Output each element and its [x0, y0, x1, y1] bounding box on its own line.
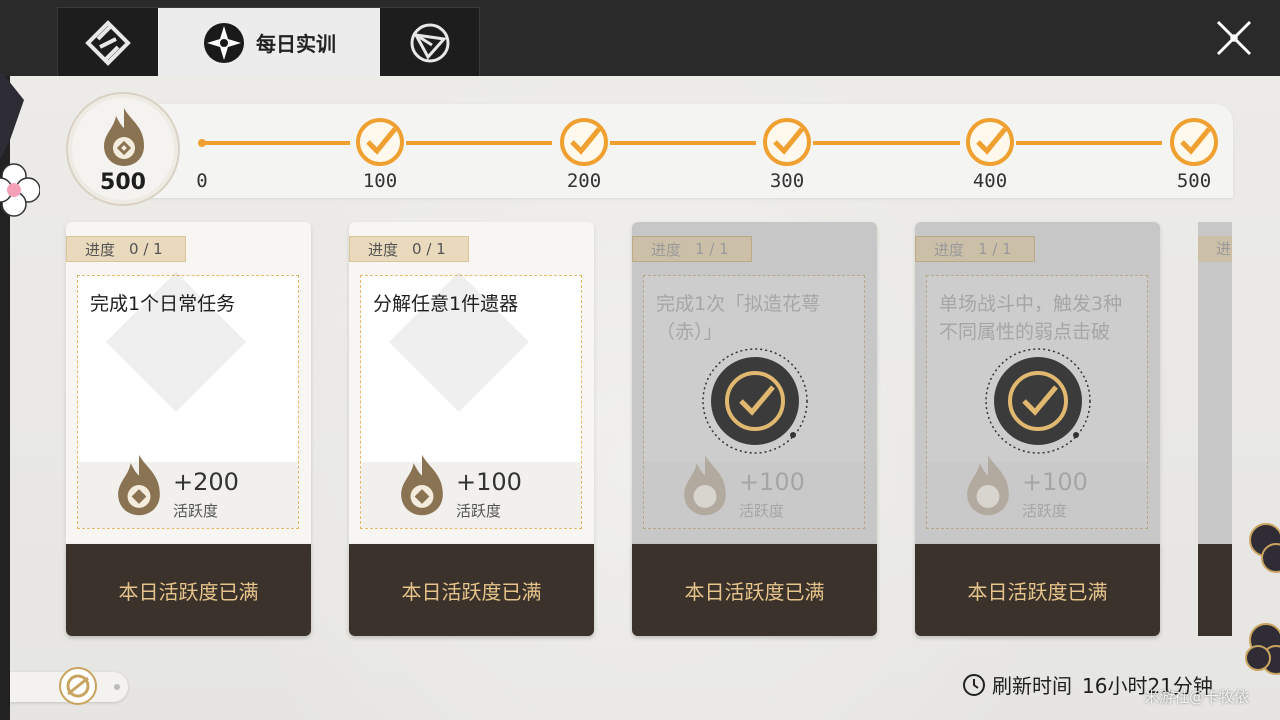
progress-value: 0 / 1 [129, 240, 163, 258]
claim-status-label: 本日活跃度已满 [118, 579, 259, 604]
reward-unit: 活跃度 [1022, 502, 1068, 520]
progress-tag: 进度 0 / 1 [349, 236, 469, 262]
milestone-100[interactable] [355, 117, 405, 167]
points-badge: 500 [66, 92, 180, 206]
claim-status-button[interactable]: 本日活跃度已满 [632, 544, 877, 636]
reward-unit: 活跃度 [739, 502, 785, 520]
check-circle-icon [560, 118, 608, 166]
task-card-body [1198, 222, 1232, 544]
milestone-300[interactable] [762, 117, 812, 167]
activity-flame-icon [401, 454, 443, 516]
completed-check-icon [985, 348, 1091, 454]
progress-tag: 进 [1198, 236, 1232, 262]
activity-flame-icon [118, 454, 160, 516]
milestone-label: 200 [566, 170, 602, 192]
task-card-body: 进度 0 / 1 完成1个日常任务 +200 活跃度 [66, 222, 311, 544]
watermark-text: 米游社@卡牧依 [1144, 688, 1250, 706]
task-title: 单场战斗中，触发3种不同属性的弱点击破 [939, 293, 1123, 343]
diamond-emblem-icon [85, 19, 131, 66]
progress-value: 1 / 1 [978, 240, 1012, 258]
progress-label: 进度 [934, 240, 965, 259]
progress-label: 进度 [85, 240, 116, 259]
milestone-label: 0 [196, 170, 208, 192]
triangle-circle-icon [410, 23, 450, 62]
milestone-label: 500 [1176, 170, 1212, 192]
reward-amount: +100 [456, 468, 522, 496]
activity-flame-icon [967, 454, 1009, 516]
activity-flame-icon [104, 108, 144, 166]
top-bar: 每日实训 [0, 0, 1280, 77]
check-circle-icon [1170, 118, 1218, 166]
flower-ornament-icon [1245, 523, 1280, 675]
milestone-200[interactable] [559, 117, 609, 167]
clock-icon [963, 673, 985, 696]
check-circle-icon [966, 118, 1014, 166]
reward-unit: 活跃度 [456, 502, 502, 520]
task-card[interactable]: 进度 0 / 1 完成1个日常任务 +200 活跃度 本日活跃度已满 [66, 222, 311, 636]
compass-flower-icon [204, 22, 244, 63]
completed-check-icon [702, 348, 808, 454]
progress-value: 0 / 1 [412, 240, 446, 258]
task-card[interactable]: 进度 0 / 1 分解任意1件遗器 +100 活跃度 本日活跃度已满 [349, 222, 594, 636]
tab-navigation[interactable] [380, 8, 480, 77]
task-card[interactable]: 进度 1 / 1 单场战斗中，触发3种不同属性的弱点击破 +100 活跃度 本日… [915, 222, 1160, 636]
claim-status-label: 本日活跃度已满 [401, 579, 542, 604]
milestone-label: 100 [362, 170, 398, 192]
task-title: 分解任意1件遗器 [373, 293, 519, 315]
track-start-dot [198, 139, 206, 147]
indicator-dot [114, 684, 120, 690]
milestone-label: 300 [769, 170, 805, 192]
progress-track [610, 141, 756, 145]
progress-track [406, 141, 552, 145]
progress-track [202, 141, 350, 145]
progress-label: 进度 [368, 240, 399, 259]
close-icon [1216, 20, 1252, 56]
claim-status-button[interactable]: 本日活跃度已满 [915, 544, 1160, 636]
progress-label: 进度 [651, 240, 682, 259]
refresh-label: 刷新时间 [992, 674, 1072, 698]
progress-track [813, 141, 960, 145]
tab-label: 每日实训 [256, 32, 336, 56]
milestone-400[interactable] [965, 117, 1015, 167]
progress-strip [90, 104, 1233, 198]
progress-tag: 进度 0 / 1 [66, 236, 186, 262]
activity-flame-icon [684, 454, 726, 516]
claim-status-label: 本日活跃度已满 [684, 579, 825, 604]
task-card[interactable]: 进度 1 / 1 完成1次「拟造花萼（赤）」 +100 活跃度 本日活跃度已满 [632, 222, 877, 636]
task-card-partial[interactable]: 进 [1198, 222, 1232, 636]
check-circle-icon [763, 118, 811, 166]
close-button[interactable] [1214, 18, 1254, 58]
claim-status-button[interactable]: 本日活跃度已满 [66, 544, 311, 636]
reward-unit: 活跃度 [173, 502, 219, 520]
points-value: 500 [100, 170, 146, 195]
claim-status-button[interactable]: 本日活跃度已满 [349, 544, 594, 636]
bottom-menu-button[interactable] [10, 667, 128, 705]
claim-status-label: 本日活跃度已满 [967, 579, 1108, 604]
progress-tag: 进度 1 / 1 [632, 236, 752, 262]
tab-daily-training[interactable]: 每日实训 [158, 8, 380, 77]
progress-value: 1 / 1 [695, 240, 729, 258]
task-card-body: 进度 1 / 1 完成1次「拟造花萼（赤）」 +100 活跃度 [632, 222, 877, 544]
task-card-body: 进度 1 / 1 单场战斗中，触发3种不同属性的弱点击破 +100 活跃度 [915, 222, 1160, 544]
task-title: 完成1次「拟造花萼（赤）」 [656, 293, 821, 343]
progress-track [1016, 141, 1162, 145]
task-title: 完成1个日常任务 [90, 293, 236, 315]
milestone-500[interactable] [1169, 117, 1219, 167]
claim-status-button [1198, 544, 1232, 636]
reward-amount: +100 [1022, 468, 1088, 496]
compass-flower-icon [59, 667, 97, 705]
flower-ornament-icon [0, 70, 40, 217]
progress-tag: 进度 1 / 1 [915, 236, 1035, 262]
milestone-label: 400 [972, 170, 1008, 192]
check-circle-icon [356, 118, 404, 166]
tab-group: 每日实训 [57, 7, 480, 77]
reward-amount: +100 [739, 468, 805, 496]
reward-amount: +200 [173, 468, 239, 496]
task-card-body: 进度 0 / 1 分解任意1件遗器 +100 活跃度 [349, 222, 594, 544]
tab-logbook[interactable] [58, 8, 158, 77]
